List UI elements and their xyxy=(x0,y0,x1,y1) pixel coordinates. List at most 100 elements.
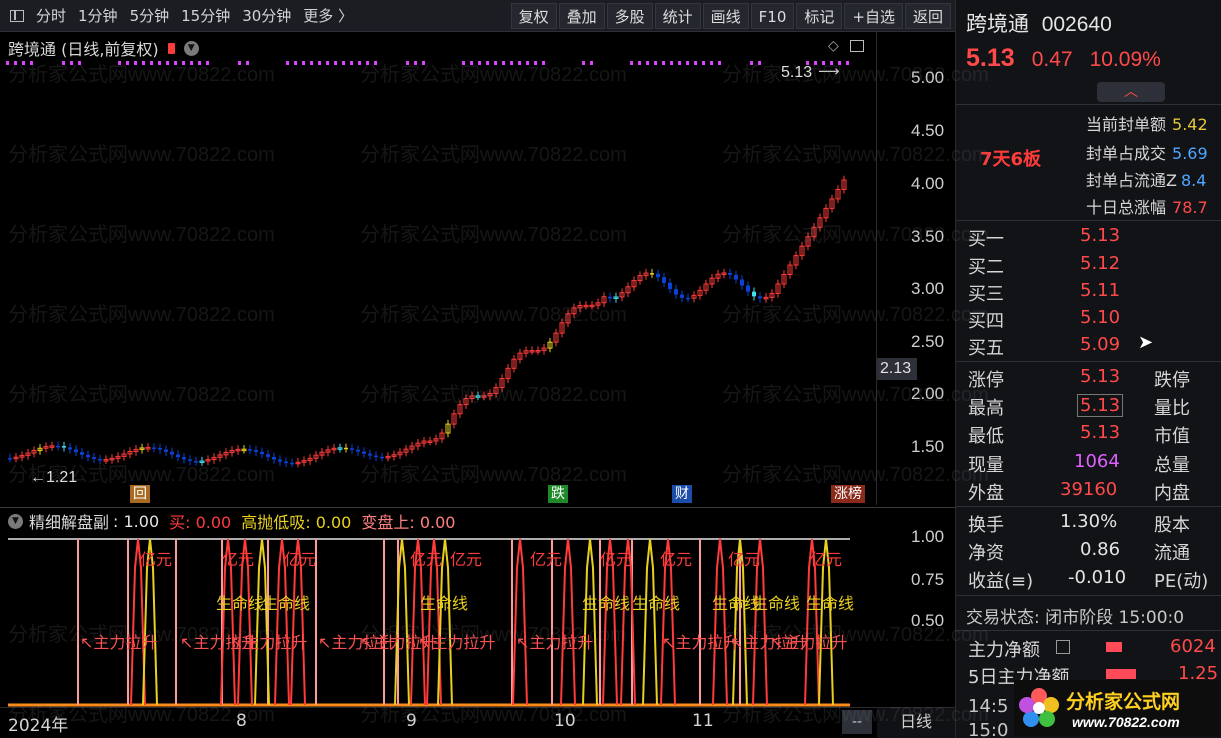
candle-body xyxy=(758,296,762,299)
quote-label-2: 内盘 xyxy=(1154,483,1190,504)
period-label[interactable]: 日线 xyxy=(877,707,955,738)
date-axis-end[interactable]: -- xyxy=(842,710,872,734)
indicator-panel[interactable]: ▼ 精细解盘副 : 1.00 买: 0.00 高抛低吸: 0.00 变盘上: 0… xyxy=(0,507,877,707)
signal-dot xyxy=(462,61,465,65)
table-icon[interactable] xyxy=(1056,640,1070,654)
yiyuan-label: 亿元 xyxy=(600,550,632,569)
capital-flow-value: 6024 xyxy=(1170,636,1216,657)
capital-flow-bar xyxy=(1106,642,1122,652)
add-watchlist-button[interactable]: +自选 xyxy=(844,2,903,29)
back-button[interactable]: 返回 xyxy=(904,2,951,29)
order-book-price: 5.11 xyxy=(1080,280,1121,301)
order-book-price: 5.10 xyxy=(1080,307,1121,328)
statistics-button[interactable]: 统计 xyxy=(654,2,701,29)
quote-label-2: 市值 xyxy=(1154,426,1190,447)
tab-timeshare[interactable]: 分时 xyxy=(30,0,72,32)
signal-dot xyxy=(190,61,193,65)
candle-body xyxy=(74,449,78,453)
signal-dot xyxy=(814,61,817,65)
candle-body xyxy=(734,274,738,280)
signal-dot xyxy=(502,61,505,65)
signal-dot xyxy=(366,61,369,65)
signal-dot xyxy=(334,61,337,65)
limit-info-label: 十日总涨幅 xyxy=(1086,198,1167,217)
date-tick: 11 xyxy=(692,711,714,731)
signal-dot xyxy=(182,61,185,65)
signal-dot xyxy=(374,61,377,65)
fundamentals-row: 收益(≡) -0.010 PE(动) xyxy=(968,567,1221,593)
fundamentals-label-2: 流通 xyxy=(1154,543,1190,564)
signal-dot xyxy=(294,61,297,65)
restore-rights-button[interactable]: 复权 xyxy=(510,2,557,29)
tab-1min[interactable]: 1分钟 xyxy=(72,0,124,32)
watermark-logo: 分析家公式网 www.70822.com xyxy=(1014,680,1220,736)
indicator-spike xyxy=(560,538,576,706)
quote-label: 外盘 xyxy=(968,483,1004,504)
limit-info-value: 5.42 xyxy=(1172,115,1208,134)
price-tick: 4.50 xyxy=(911,121,945,140)
event-tag-finance[interactable]: 财 xyxy=(672,485,692,503)
change-amount: 0.47 xyxy=(1031,48,1073,71)
lifeline-label: 生命线 xyxy=(752,594,800,613)
lifeline-label: 生命线 xyxy=(216,594,264,613)
candle-body xyxy=(248,449,252,451)
tab-30min[interactable]: 30分钟 xyxy=(236,0,297,32)
event-tag-return[interactable]: 回 xyxy=(130,485,150,503)
candle-body xyxy=(260,451,264,455)
fundamentals-row: 换手 1.30% 股本 xyxy=(968,511,1221,537)
indicator-spike xyxy=(582,538,598,706)
order-book-label: 买二 xyxy=(968,257,1004,278)
overlay-button[interactable]: 叠加 xyxy=(558,2,605,29)
limit-info-row: 封单占流通Z 8.4 xyxy=(1086,167,1221,191)
candle-body xyxy=(674,289,678,295)
draw-line-button[interactable]: 画线 xyxy=(702,2,749,29)
tab-5min[interactable]: 5分钟 xyxy=(124,0,176,32)
quote-row: 最高 5.13 量比 xyxy=(968,394,1221,420)
candle-body xyxy=(176,454,180,458)
quote-value: 1064 xyxy=(1074,451,1120,472)
signal-dot xyxy=(678,61,681,65)
event-tag-drop[interactable]: 跌 xyxy=(548,485,568,503)
pull-up-label: ↖主力拉升 xyxy=(516,633,593,652)
yiyuan-label: 亿元 xyxy=(450,550,482,569)
candle-body xyxy=(158,448,162,450)
signal-dot xyxy=(670,61,673,65)
quote-row: 涨停 5.13 跌停 xyxy=(968,366,1221,392)
more-periods-button[interactable]: 更多 〉 xyxy=(297,0,359,32)
signal-dot xyxy=(758,61,761,65)
date-tick: 10 xyxy=(554,711,576,731)
candle-body xyxy=(284,461,288,464)
yiyuan-label: 亿元 xyxy=(660,550,692,569)
pull-up-label: ↖主力拉升 xyxy=(418,633,495,652)
layout-icon[interactable] xyxy=(10,9,24,22)
tab-15min[interactable]: 15分钟 xyxy=(175,0,236,32)
top-toolbar: 分时 1分钟 5分钟 15分钟 30分钟 更多 〉 复权 叠加 多股 统计 画线… xyxy=(0,0,955,32)
signal-dot xyxy=(286,61,289,65)
yiyuan-label: 亿元 xyxy=(140,550,172,569)
yiyuan-label: 亿元 xyxy=(222,550,254,569)
kline-chart[interactable]: 跨境通 (日线,前复权) ▼ ◇ 5.13 ⟶ ←1.21 回 跌 财 涨榜 xyxy=(0,32,877,505)
signal-dot xyxy=(206,61,209,65)
signal-dot xyxy=(118,61,121,65)
lifeline-label: 生命线 xyxy=(806,594,854,613)
signal-dot xyxy=(518,61,521,65)
pull-up-label: ↖主力拉升 xyxy=(770,633,847,652)
candle-body xyxy=(608,296,612,299)
indicator-spike xyxy=(642,538,658,706)
multi-stock-button[interactable]: 多股 xyxy=(606,2,653,29)
collapse-handle[interactable]: ︿ xyxy=(1097,82,1165,102)
candle-body xyxy=(266,454,270,457)
logo-url: www.70822.com xyxy=(1072,714,1180,730)
f10-button[interactable]: F10 xyxy=(750,2,795,29)
candle-body xyxy=(86,454,90,458)
date-tick: 8 xyxy=(236,711,247,731)
signal-dot xyxy=(246,61,249,65)
event-tag-limit-list[interactable]: 涨榜 xyxy=(831,485,865,503)
candle-body xyxy=(272,456,276,460)
yiyuan-label: 亿元 xyxy=(410,550,442,569)
fundamentals-row: 净资 0.86 流通 xyxy=(968,539,1221,565)
fundamentals-label-2: 股本 xyxy=(1154,515,1190,536)
limit-info-row: 十日总涨幅 78.7 xyxy=(1086,194,1221,218)
mark-button[interactable]: 标记 xyxy=(796,2,843,29)
limit-info-value: 78.7 xyxy=(1172,198,1208,217)
